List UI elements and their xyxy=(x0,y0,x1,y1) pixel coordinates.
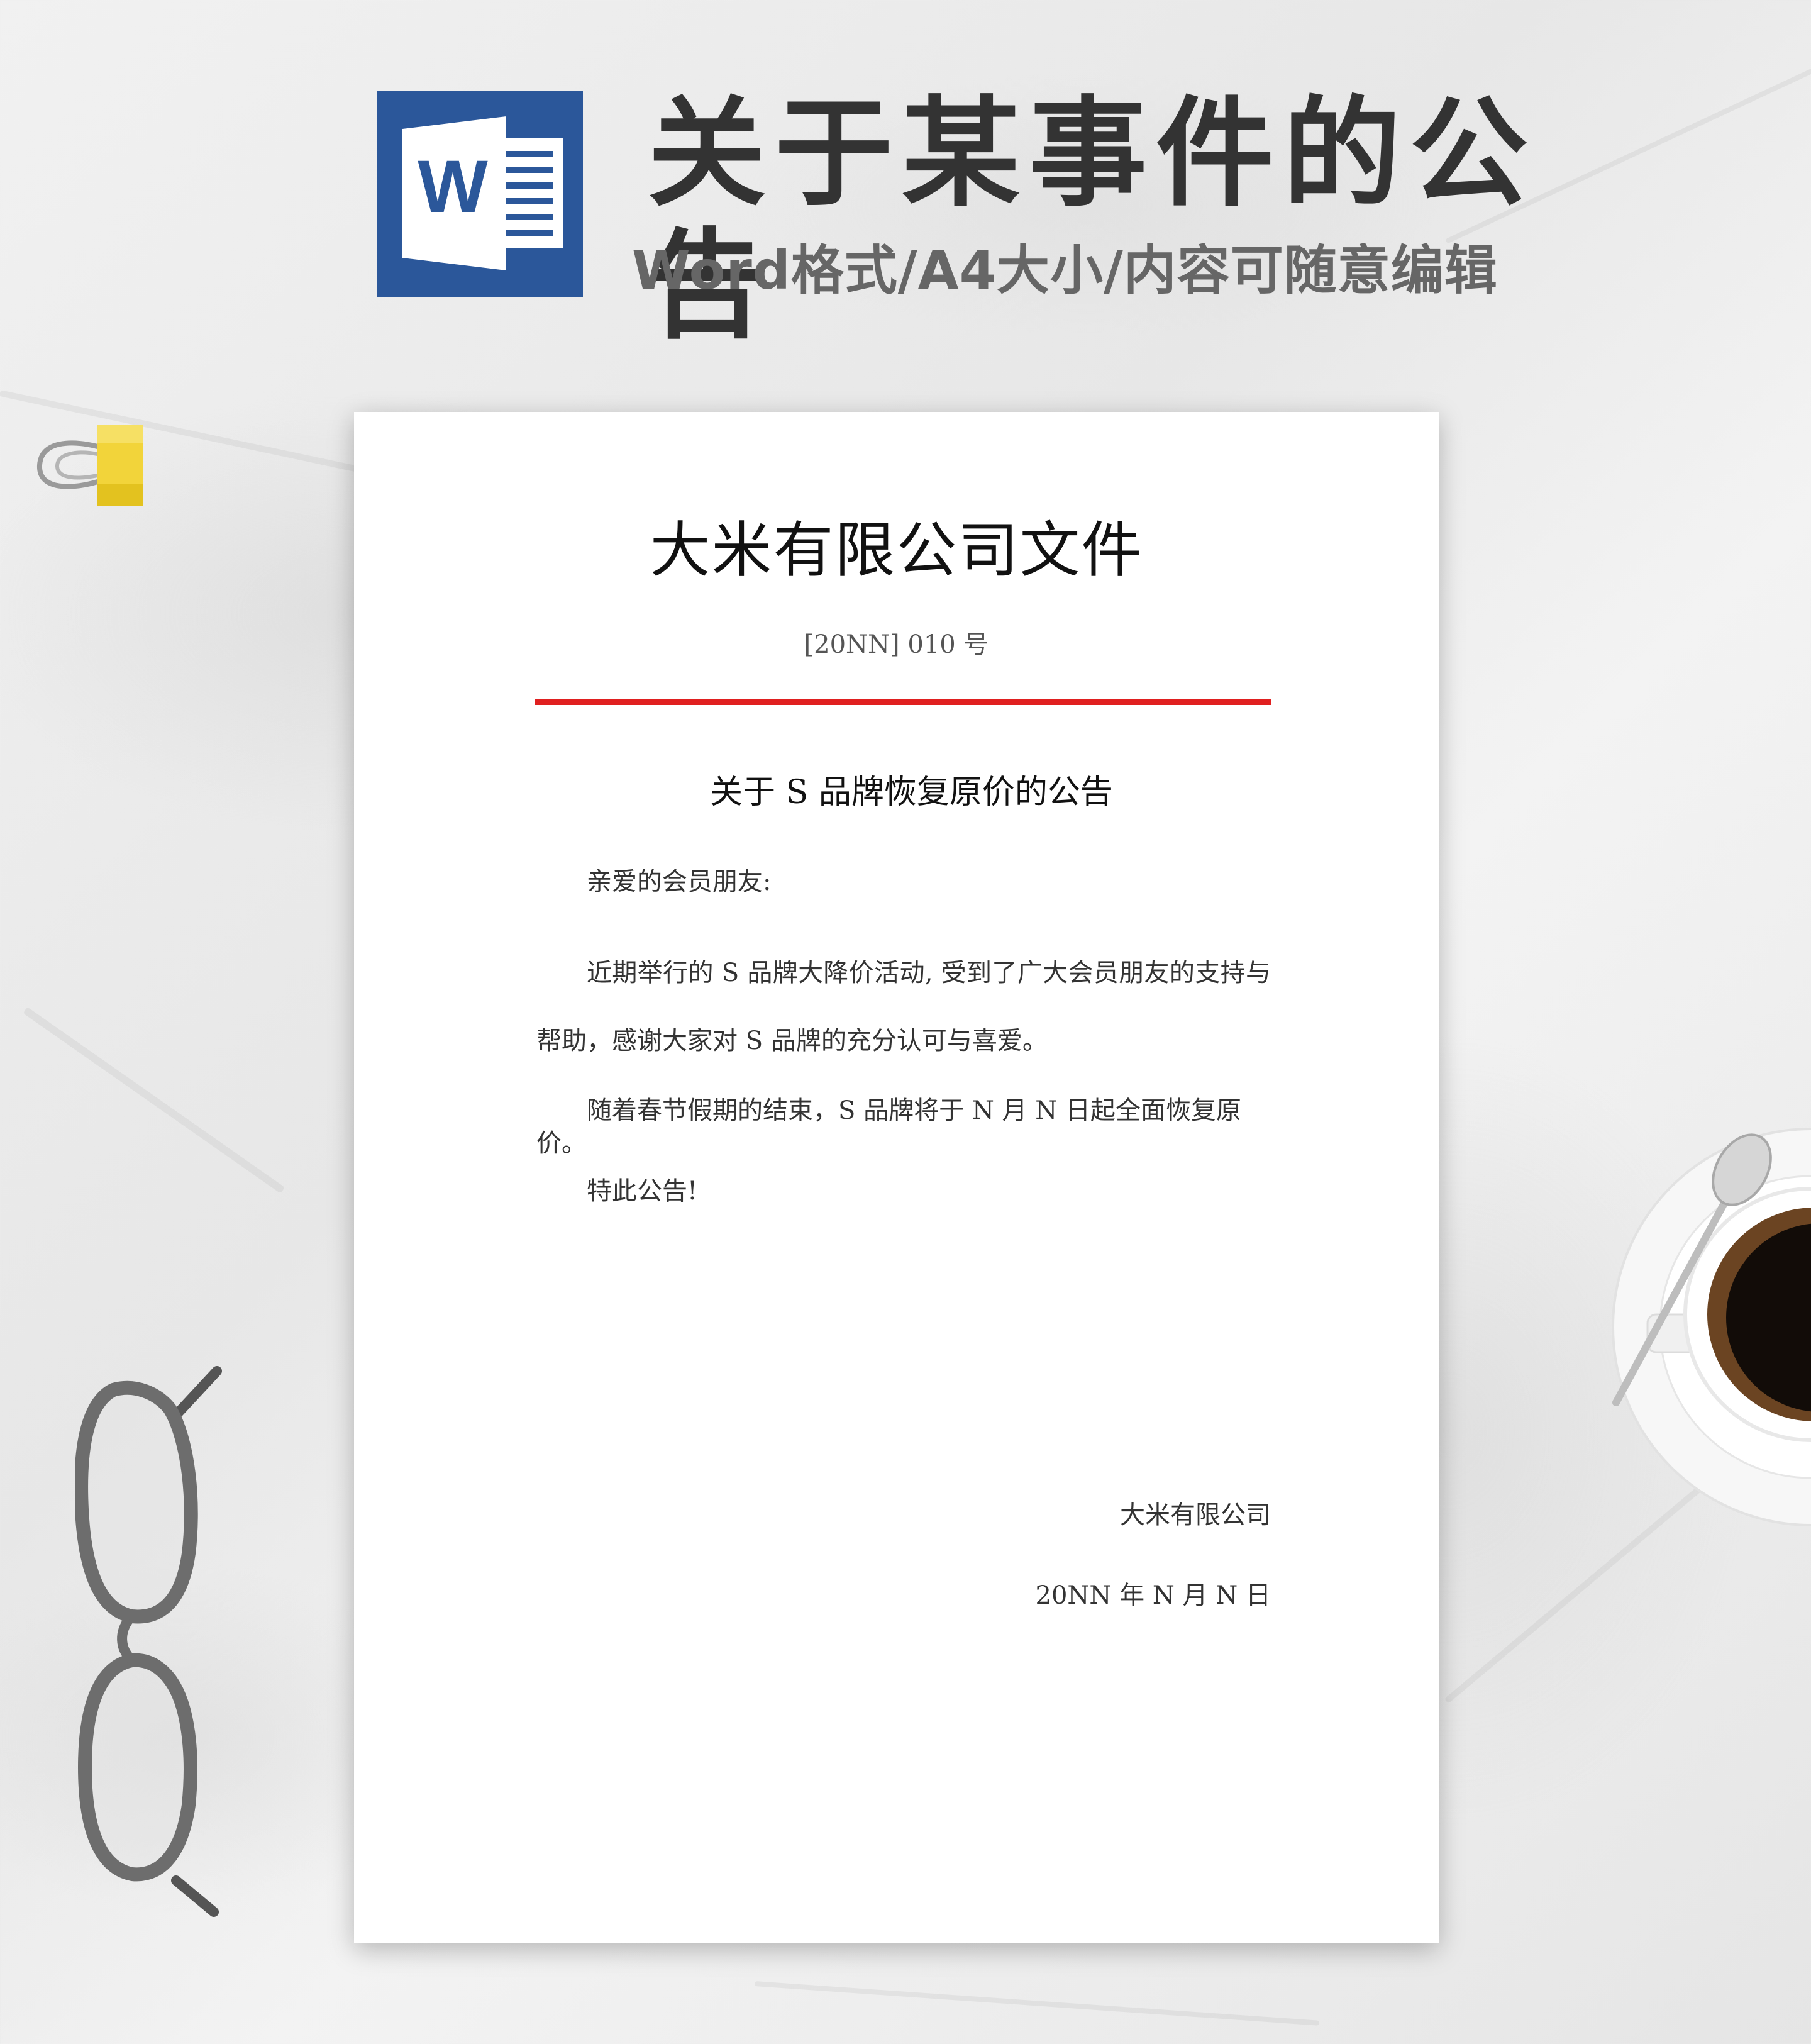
notice-title: 关于 S 品牌恢复原价的公告 xyxy=(710,774,1113,811)
coffee-cup-icon xyxy=(1612,1128,1811,1526)
signature-company: 大米有限公司 xyxy=(1120,1501,1271,1530)
closing-line: 特此公告! xyxy=(587,1177,698,1206)
word-logo-letter: W xyxy=(418,145,488,228)
document-number: [20NN] 010 号 xyxy=(804,630,989,659)
word-logo-icon: W xyxy=(377,91,583,297)
paragraph-2: 随着春节假期的结束，S 品牌将于 N 月 N 日起全面恢复原价。 xyxy=(536,1096,1241,1158)
banner-subtitle: Word格式/A4大小/内容可随意编辑 xyxy=(632,240,1498,301)
red-divider xyxy=(535,699,1271,705)
paragraph-1: 近期举行的 S 品牌大降价活动, 受到了广大会员朋友的支持与帮助，感谢大家对 S… xyxy=(536,958,1271,1055)
marble-vein xyxy=(754,1981,1320,2026)
document-page: 大米有限公司文件 [20NN] 010 号 关于 S 品牌恢复原价的公告 亲爱的… xyxy=(354,412,1439,1943)
marble-vein xyxy=(23,1007,285,1194)
banner-title: 关于某事件的公告 xyxy=(648,85,1537,355)
document-header: 大米有限公司文件 xyxy=(650,515,1143,586)
binder-clip-icon xyxy=(36,425,143,506)
salutation: 亲爱的会员朋友: xyxy=(587,867,772,896)
signature-date: 20NN 年 N 月 N 日 xyxy=(1035,1581,1271,1610)
eyeglasses-icon xyxy=(75,1366,222,1917)
